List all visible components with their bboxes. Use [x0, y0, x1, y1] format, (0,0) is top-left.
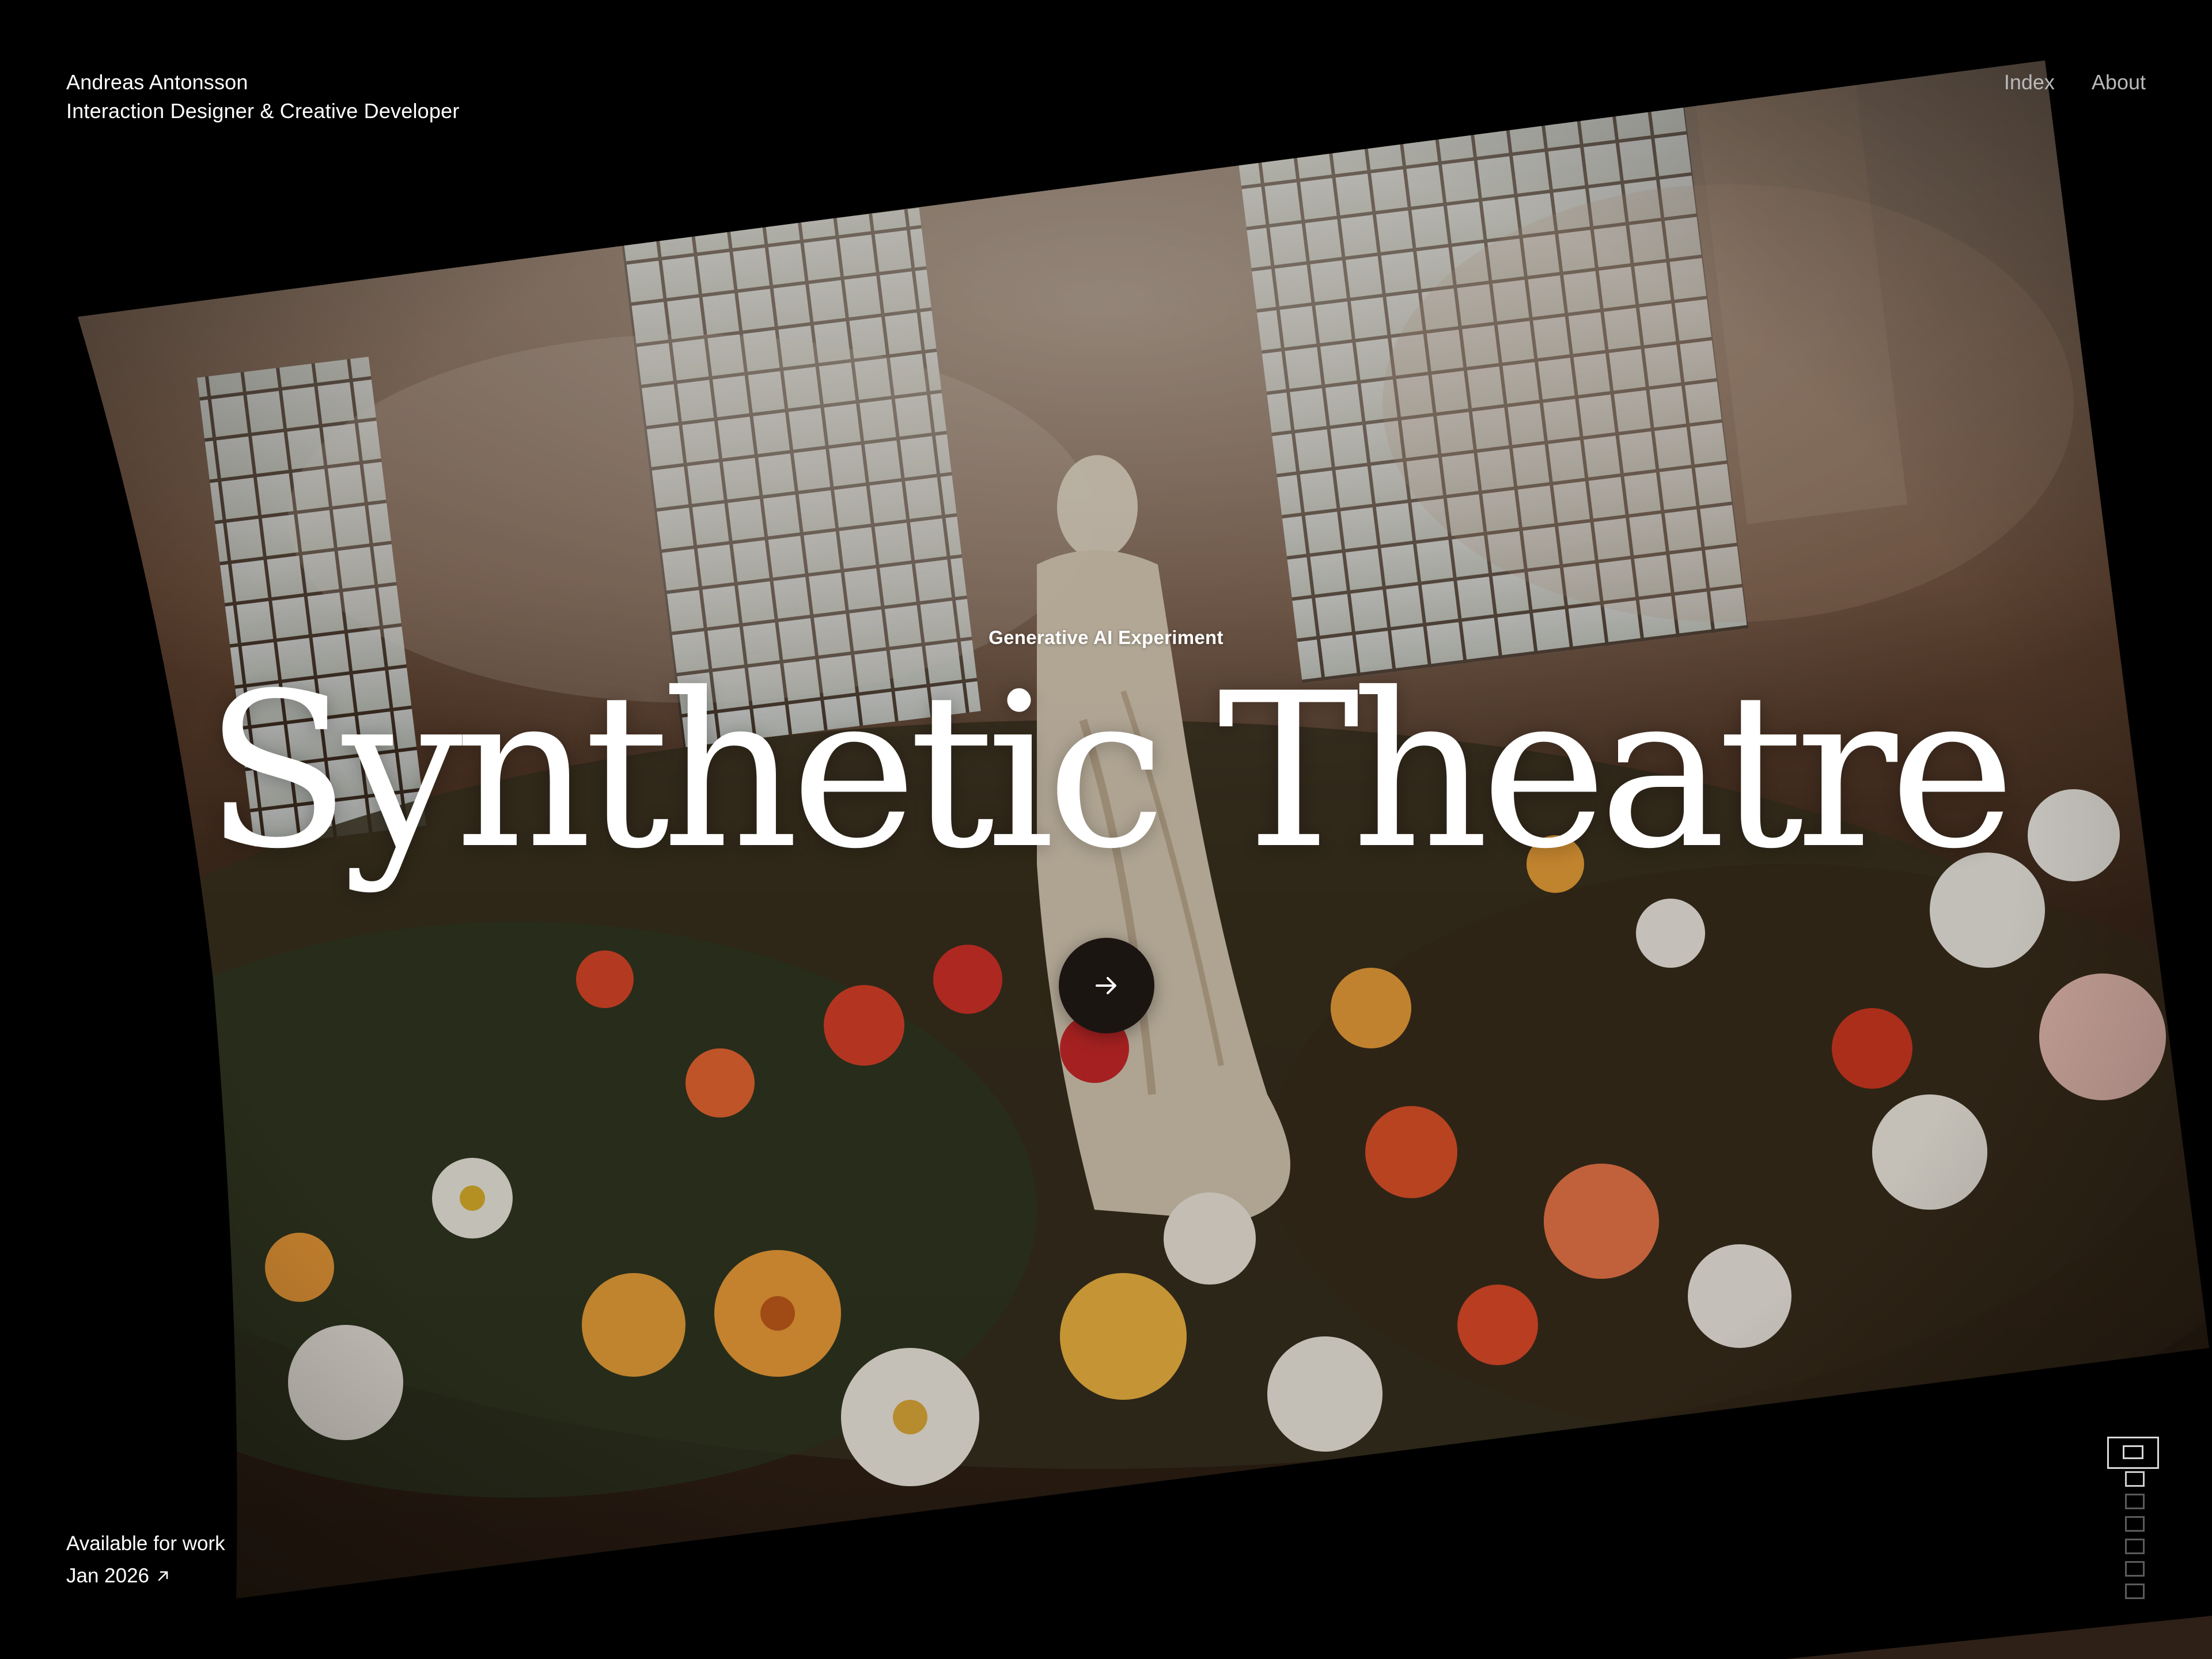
- open-project-button[interactable]: [1059, 938, 1154, 1033]
- availability-date-link[interactable]: Jan 2026: [66, 1560, 170, 1592]
- pager-slide-4[interactable]: [2125, 1516, 2145, 1532]
- pager-slide-7[interactable]: [2125, 1584, 2145, 1599]
- nav-about-link[interactable]: About: [2092, 68, 2146, 97]
- availability-date: Jan 2026: [66, 1565, 150, 1587]
- pager-slide-2[interactable]: [2125, 1471, 2145, 1487]
- availability: Available for work Jan 2026: [66, 1528, 225, 1592]
- pager-current-slide[interactable]: [2107, 1437, 2159, 1469]
- pager-slide-6[interactable]: [2125, 1561, 2145, 1577]
- nav-index-link[interactable]: Index: [2004, 68, 2055, 97]
- arrow-right-icon: [1096, 977, 1116, 994]
- pager-slide-3[interactable]: [2125, 1494, 2145, 1509]
- hero-eyebrow: Generative AI Experiment: [988, 627, 1224, 648]
- availability-status: Available for work: [66, 1532, 225, 1555]
- site-name: Andreas Antonsson: [66, 70, 248, 94]
- site-identity: Andreas Antonsson Interaction Designer &…: [66, 68, 460, 126]
- arrow-up-right-icon: [158, 1571, 168, 1581]
- site-role: Interaction Designer & Creative Develope…: [66, 99, 460, 123]
- hero-title: Synthetic Theatre: [204, 648, 2016, 896]
- top-nav: Index About: [2004, 68, 2146, 97]
- pager-slide-5[interactable]: [2125, 1539, 2145, 1554]
